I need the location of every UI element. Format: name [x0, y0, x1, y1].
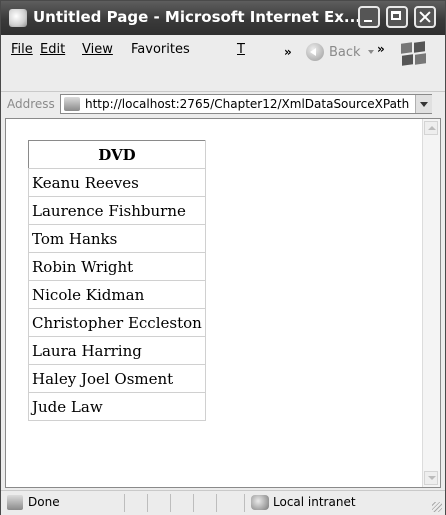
intranet-zone-icon: [251, 495, 269, 510]
table-cell: Jude Law: [28, 392, 206, 421]
address-label: Address: [7, 97, 55, 111]
table-row: Nicole Kidman: [28, 280, 206, 309]
page-content: DVD Keanu Reeves Laurence Fishburne Tom …: [5, 118, 441, 488]
table-row: Laura Harring: [28, 336, 206, 365]
table-cell: Haley Joel Osment: [28, 364, 206, 393]
dvd-column-header: DVD: [28, 140, 206, 169]
back-dropdown-icon[interactable]: [368, 50, 374, 54]
menu-tools-label: T: [237, 42, 245, 57]
menu-overflow-chevron[interactable]: »: [284, 45, 292, 59]
minimize-button[interactable]: [358, 6, 380, 28]
menu-tools[interactable]: T: [237, 42, 245, 57]
security-zone[interactable]: Local intranet: [273, 495, 356, 509]
address-input[interactable]: http://localhost:2765/Chapter12/XmlDataS…: [60, 94, 432, 114]
title-bar[interactable]: Untitled Page - Microsoft Internet Ex...: [1, 1, 445, 35]
menu-favorites-label: Favorites: [131, 42, 190, 57]
table-cell: Tom Hanks: [28, 224, 206, 253]
table-cell: Laurence Fishburne: [28, 196, 206, 225]
status-divider: [193, 494, 194, 512]
menu-edit-label: Edit: [40, 42, 66, 57]
menu-view-label: View: [82, 42, 113, 57]
table-row: Christopher Eccleston: [28, 308, 206, 337]
close-button[interactable]: [414, 6, 436, 28]
page-icon: [64, 97, 80, 111]
menu-bar: File Edit View Favorites T » Back »: [1, 35, 445, 91]
menu-edit[interactable]: Edit: [40, 42, 65, 57]
status-divider: [124, 494, 125, 512]
menu-file-label: File: [11, 42, 33, 57]
table-cell: Christopher Eccleston: [28, 308, 206, 337]
status-divider: [170, 494, 171, 512]
address-url[interactable]: http://localhost:2765/Chapter12/XmlDataS…: [85, 97, 410, 111]
menu-favorites[interactable]: Favorites: [131, 42, 190, 57]
back-button[interactable]: Back: [306, 42, 378, 64]
menu-view[interactable]: View: [82, 42, 113, 57]
maximize-button[interactable]: [386, 6, 408, 28]
toolbar-overflow-chevron[interactable]: »: [377, 42, 385, 56]
dvd-table: DVD Keanu Reeves Laurence Fishburne Tom …: [28, 140, 206, 421]
table-row: Jude Law: [28, 392, 206, 421]
browser-window: Untitled Page - Microsoft Internet Ex...…: [0, 0, 446, 515]
status-divider: [216, 494, 217, 512]
resize-grip[interactable]: [432, 502, 442, 512]
page-done-icon: [7, 495, 23, 510]
address-bar: Address http://localhost:2765/Chapter12/…: [1, 91, 445, 118]
window-title: Untitled Page - Microsoft Internet Ex...: [33, 8, 361, 26]
status-bar: Done Local intranet: [1, 490, 445, 515]
scroll-up-button[interactable]: [424, 121, 438, 135]
back-arrow-icon: [306, 43, 324, 61]
table-cell: Nicole Kidman: [28, 280, 206, 309]
table-row: Keanu Reeves: [28, 168, 206, 197]
scroll-down-button[interactable]: [424, 471, 438, 485]
status-text: Done: [28, 495, 60, 509]
menu-file[interactable]: File: [11, 42, 33, 57]
vertical-scrollbar[interactable]: [422, 119, 440, 487]
table-row: Haley Joel Osment: [28, 364, 206, 393]
table-row: Tom Hanks: [28, 224, 206, 253]
table-cell: Keanu Reeves: [28, 168, 206, 197]
status-divider: [244, 494, 245, 512]
back-label: Back: [329, 45, 361, 60]
windows-logo-icon: [399, 40, 429, 68]
table-row: Robin Wright: [28, 252, 206, 281]
status-divider: [147, 494, 148, 512]
ie-page-icon: [9, 9, 27, 27]
table-row: Laurence Fishburne: [28, 196, 206, 225]
table-cell: Robin Wright: [28, 252, 206, 281]
table-cell: Laura Harring: [28, 336, 206, 365]
address-dropdown-button[interactable]: [415, 95, 432, 113]
